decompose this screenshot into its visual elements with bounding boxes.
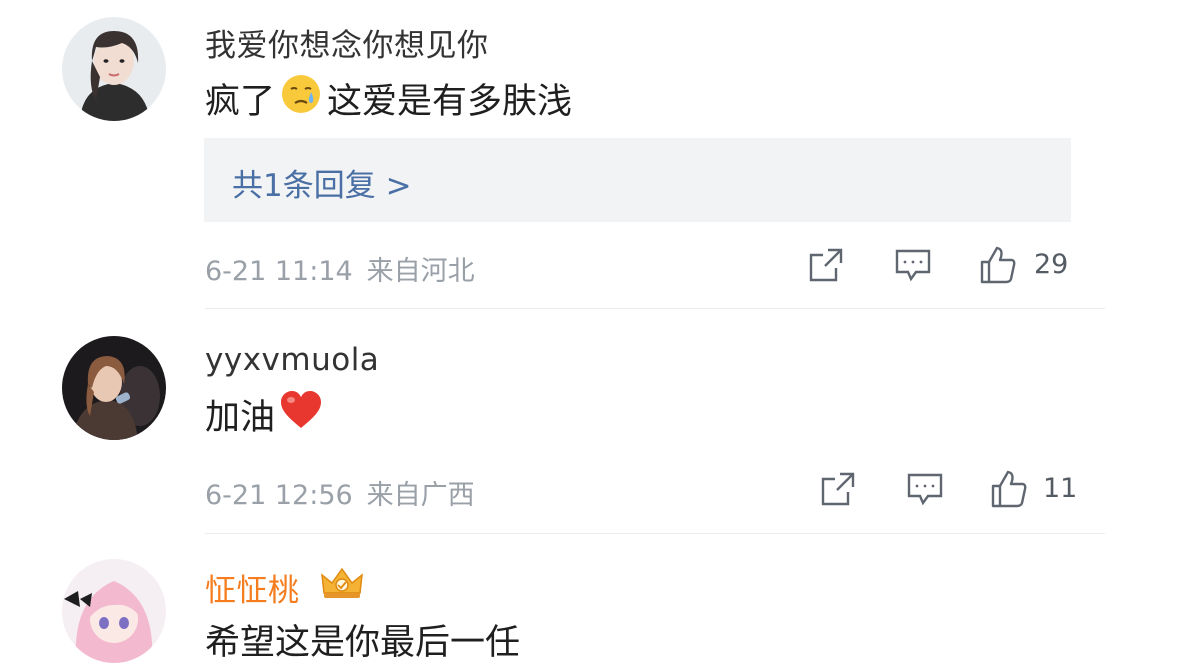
crown-vip-badge-icon <box>318 565 366 605</box>
comment-location: 来自河北 <box>366 256 475 287</box>
red-heart-emoji-icon <box>279 390 323 439</box>
comment-location: 来自广西 <box>366 480 475 511</box>
comment-text-part: 加油 <box>205 397 276 438</box>
like-count: 11 <box>1043 473 1078 504</box>
share-icon[interactable] <box>808 247 844 287</box>
username[interactable]: 我爱你想念你想见你 <box>205 20 489 65</box>
comment-text-part: 这爱是有多肤浅 <box>327 81 573 122</box>
avatar[interactable] <box>62 336 166 440</box>
comment-text: 疯了 这爱是有多肤浅 <box>205 74 572 122</box>
comment-icon[interactable] <box>906 472 944 510</box>
like-icon[interactable] <box>979 245 1017 289</box>
view-replies-label: 共1条回复 > <box>232 168 412 204</box>
comment-item: yyxvmuola 加油 6-21 12:56 来自广西 11 <box>0 310 1186 535</box>
avatar[interactable] <box>62 17 166 121</box>
divider <box>205 308 1105 309</box>
comment-date: 6-21 11:14 <box>205 256 353 287</box>
comment-icon[interactable] <box>894 248 932 286</box>
view-replies-button[interactable]: 共1条回复 > <box>204 138 1071 222</box>
username[interactable]: 怔怔桃 <box>205 565 300 610</box>
sweat-tear-emoji-icon <box>279 72 323 125</box>
avatar[interactable] <box>62 559 166 663</box>
comment-date: 6-21 12:56 <box>205 480 353 511</box>
comment-item: 怔怔桃 希望这是你最后一任 <box>0 535 1186 667</box>
comment-text-part: 疯了 <box>205 81 276 122</box>
username[interactable]: yyxvmuola <box>205 342 379 378</box>
comment-item: 我爱你想念你想见你 疯了 这爱是有多肤浅 共1条回复 > 6-21 11:14 来… <box>0 0 1186 310</box>
divider <box>205 533 1105 534</box>
comment-meta: 6-21 12:56 来自广西 <box>205 473 475 512</box>
comment-text: 加油 <box>205 390 327 439</box>
comment-meta: 6-21 11:14 来自河北 <box>205 249 475 288</box>
like-icon[interactable] <box>990 469 1028 513</box>
like-count: 29 <box>1034 249 1069 280</box>
comment-text: 希望这是你最后一任 <box>205 617 520 663</box>
comment-text-part: 希望这是你最后一任 <box>205 622 521 663</box>
share-icon[interactable] <box>820 471 856 511</box>
